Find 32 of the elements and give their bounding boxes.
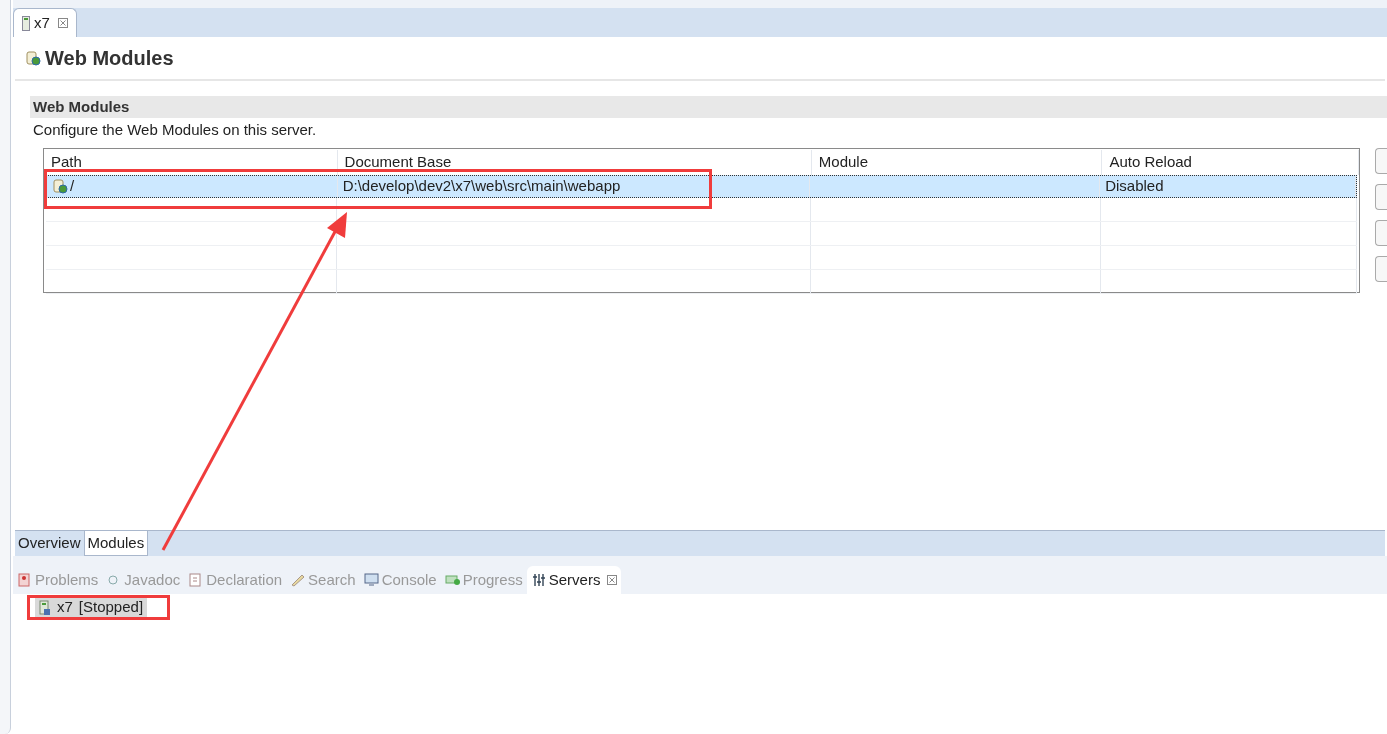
problems-icon xyxy=(17,572,32,588)
web-module-icon xyxy=(25,50,41,66)
section-header: Web Modules xyxy=(30,96,1387,118)
column-header[interactable]: Module xyxy=(811,149,1103,175)
section-description: Configure the Web Modules on this server. xyxy=(32,120,318,140)
web-module-icon xyxy=(52,178,68,194)
page-tab[interactable]: Modules xyxy=(83,531,149,556)
table-cell-text: Disabled xyxy=(1105,175,1164,196)
table-cell-text: D:\develop\dev2\x7\web\src\main\webapp xyxy=(342,175,621,196)
close-icon[interactable] xyxy=(607,575,618,585)
column-header[interactable]: Auto Reload xyxy=(1102,149,1359,175)
side-button[interactable] xyxy=(1375,219,1387,246)
side-button[interactable] xyxy=(1375,183,1387,210)
column-header[interactable]: Path xyxy=(44,149,338,175)
server-icon xyxy=(22,15,30,31)
editor-tab[interactable]: x7 xyxy=(13,8,77,37)
close-icon[interactable] xyxy=(57,18,68,28)
table-cell-text: / xyxy=(70,175,75,196)
tab-label: x7 xyxy=(34,12,50,33)
column-header[interactable]: Document Base xyxy=(337,149,812,175)
page-title: Web Modules xyxy=(45,46,174,71)
side-button[interactable] xyxy=(1375,255,1387,282)
monitor-icon xyxy=(363,572,379,588)
sliders-icon xyxy=(530,572,546,588)
progress-bar-icon xyxy=(444,572,460,588)
page-tab[interactable]: Overview xyxy=(15,531,84,556)
server-icon xyxy=(39,599,51,616)
view-tab[interactable]: Servers xyxy=(526,566,622,594)
side-button[interactable] xyxy=(1375,147,1387,174)
pen-icon xyxy=(290,572,306,588)
table-row[interactable]: / D:\develop\dev2\x7\web\src\main\webapp Disabled xyxy=(46,174,1357,198)
document-icon xyxy=(188,572,204,588)
